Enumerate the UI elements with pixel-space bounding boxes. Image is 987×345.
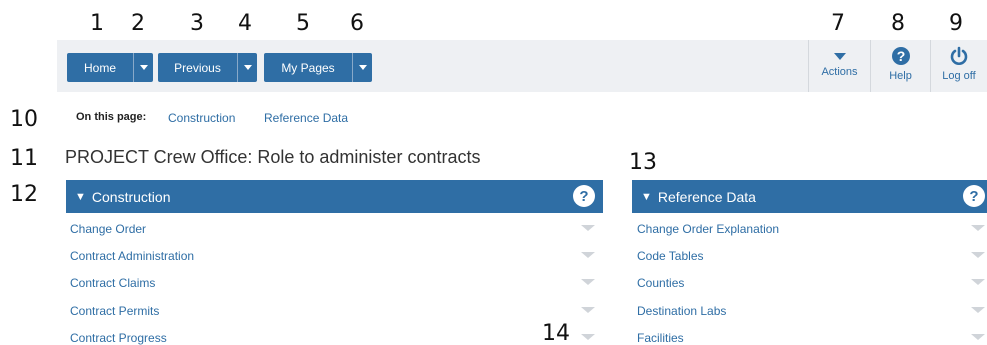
jump-link-reference-data[interactable]: Reference Data [264,111,348,125]
actions-menu[interactable]: Actions [809,40,870,92]
log-off-label: Log off [942,70,976,82]
help-button[interactable]: ? Help [871,40,930,92]
jump-link-construction[interactable]: Construction [168,111,235,125]
list-item[interactable]: Contract Claims [70,276,155,290]
home-dropdown-toggle[interactable] [133,53,153,82]
power-icon [950,46,968,65]
expand-caret-icon[interactable] [971,279,985,285]
list-item[interactable]: Facilities [637,331,684,345]
construction-panel-title: Construction [91,188,171,205]
page-title: PROJECT Crew Office: Role to administer … [65,147,481,167]
list-item[interactable]: Contract Progress [70,331,167,345]
list-item[interactable]: Change Order [70,222,146,236]
previous-dropdown-toggle[interactable] [237,53,257,82]
callout-4: 4 [238,11,252,36]
callout-11: 11 [10,146,38,171]
list-item[interactable]: Counties [637,276,684,290]
caret-down-icon [243,65,252,70]
list-item[interactable]: Contract Permits [70,304,159,318]
callout-9: 9 [949,11,963,36]
my-pages-button[interactable]: My Pages [264,53,372,82]
expand-caret-icon[interactable] [581,279,595,285]
expand-caret-icon[interactable] [971,307,985,313]
my-pages-dropdown-toggle[interactable] [352,53,372,82]
callout-1: 1 [90,11,104,36]
caret-down-icon [358,65,367,70]
expand-caret-icon[interactable] [971,334,985,340]
list-item[interactable]: Code Tables [637,249,704,263]
actions-label: Actions [821,66,858,78]
help-icon[interactable]: ? [573,185,595,207]
expand-caret-icon[interactable] [581,307,595,313]
help-icon: ? [891,47,910,65]
callout-13: 13 [629,150,657,175]
list-item[interactable]: Change Order Explanation [637,222,779,236]
my-pages-button-label: My Pages [281,60,335,75]
caret-down-icon [139,65,148,70]
expand-caret-icon[interactable] [581,225,595,231]
chevron-down-icon: ▼ [75,190,86,203]
on-this-page-label: On this page: [76,111,147,123]
chevron-down-icon: ▼ [641,190,652,203]
callout-6: 6 [350,11,364,36]
callout-3: 3 [190,11,204,36]
construction-panel-header[interactable]: ▼ Construction ? [66,180,603,213]
callout-7: 7 [831,11,845,36]
home-button[interactable]: Home [67,53,153,82]
previous-button-label: Previous [174,60,221,75]
reference-data-panel-header[interactable]: ▼ Reference Data ? [632,180,987,213]
help-icon[interactable]: ? [963,185,985,207]
svg-text:?: ? [896,48,905,64]
callout-10: 10 [10,107,38,132]
callout-2: 2 [131,11,145,36]
previous-button[interactable]: Previous [158,53,257,82]
callout-5: 5 [296,11,310,36]
expand-caret-icon[interactable] [581,252,595,258]
list-item[interactable]: Destination Labs [637,304,726,318]
expand-caret-icon[interactable] [971,252,985,258]
callout-8: 8 [891,11,905,36]
home-button-label: Home [83,60,116,75]
expand-caret-icon[interactable] [971,225,985,231]
log-off-button[interactable]: Log off [931,40,987,92]
reference-data-panel-title: Reference Data [657,188,756,205]
caret-down-icon [833,53,846,60]
help-label: Help [889,70,912,82]
callout-12: 12 [10,182,38,207]
list-item[interactable]: Contract Administration [70,249,194,263]
expand-caret-icon[interactable] [581,334,595,340]
callout-14: 14 [542,321,570,345]
